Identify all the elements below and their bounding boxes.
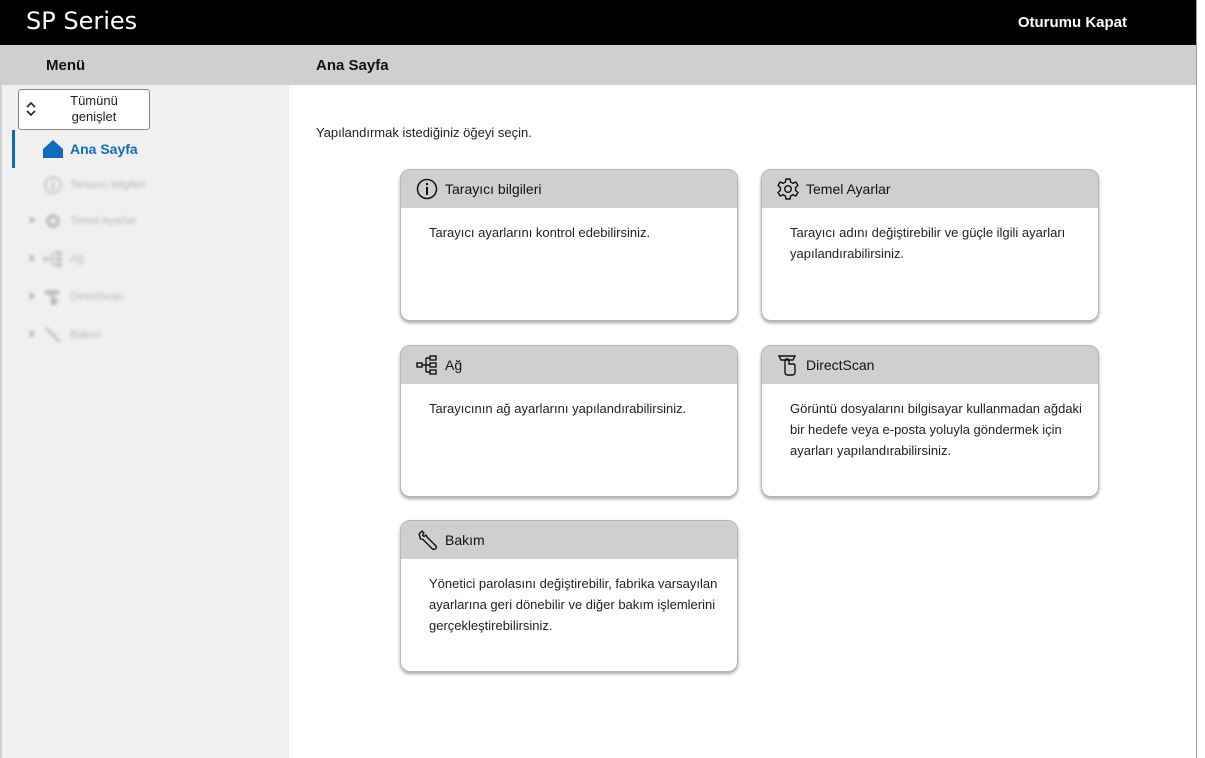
logout-button[interactable]: Oturumu Kapat (1018, 14, 1127, 31)
sidebar-item-scanner-info[interactable]: Tarayıcı bilgileri (40, 170, 240, 200)
expand-all-button[interactable]: Tümünü genişlet (18, 89, 150, 130)
info-icon (44, 176, 62, 194)
page-title: Ana Sayfa (316, 57, 389, 74)
sidebar-item-label: Temel Ayarlar (70, 215, 137, 227)
expand-arrow-icon (30, 216, 35, 224)
card-header[interactable]: Temel Ayarlar (762, 170, 1098, 208)
card-description: Tarayıcının ağ ayarlarını yapılandırabil… (429, 401, 687, 416)
card-title: DirectScan (806, 357, 875, 373)
app-title: SP Series (26, 7, 138, 35)
menu-heading: Menü (46, 57, 86, 74)
info-icon (416, 178, 438, 200)
wrench-icon (418, 530, 438, 551)
card-title: Tarayıcı bilgileri (445, 181, 542, 197)
network-icon (416, 355, 437, 375)
sidebar-item-label: DirectScan (70, 291, 124, 303)
sidebar-item-label: Ağ (70, 253, 84, 265)
card-title: Temel Ayarlar (806, 181, 891, 197)
card-maintenance: Bakım Yönetici parolasını değiştirebilir… (400, 520, 738, 672)
wrench-icon (45, 327, 61, 343)
card-header[interactable]: Ağ (401, 346, 737, 384)
gear-icon (777, 178, 799, 200)
card-description: Görüntü dosyalarını bilgisayar kullanmad… (790, 401, 1082, 458)
expand-arrow-icon (30, 330, 35, 338)
sidebar-item-network[interactable]: Ağ (30, 244, 230, 274)
card-header[interactable]: Bakım (401, 521, 737, 559)
left-edge-divider (0, 85, 2, 758)
right-edge-divider (1196, 0, 1197, 758)
top-bar: SP Series Oturumu Kapat (0, 0, 1197, 45)
directscan-icon (777, 355, 797, 376)
card-description: Tarayıcı adını değiştirebilir ve güçle i… (790, 225, 1066, 261)
home-icon (43, 140, 63, 158)
expand-arrow-icon (30, 292, 35, 300)
card-basic-settings: Temel Ayarlar Tarayıcı adını değiştirebi… (761, 169, 1099, 321)
card-scanner-info: Tarayıcı bilgileri Tarayıcı ayarlarını k… (400, 169, 738, 321)
gear-icon (46, 214, 60, 228)
card-title: Bakım (445, 532, 485, 548)
active-indicator (12, 130, 15, 168)
intro-text: Yapılandırmak istediğiniz öğeyi seçin. (316, 125, 532, 140)
sidebar-item-label: Ana Sayfa (70, 141, 138, 157)
expand-arrow-icon (30, 254, 35, 262)
card-description: Tarayıcı ayarlarını kontrol edebilirsini… (429, 225, 651, 240)
sidebar-item-label: Tarayıcı bilgileri (70, 179, 146, 191)
card-header[interactable]: DirectScan (762, 346, 1098, 384)
sidebar-item-basic-settings[interactable]: Temel Ayarlar (30, 206, 230, 236)
sidebar-item-home[interactable]: Ana Sayfa (12, 130, 288, 168)
card-title: Ağ (445, 357, 463, 373)
card-network: Ağ Tarayıcının ağ ayarlarını yapılandıra… (400, 345, 738, 497)
sub-header: Menü Ana Sayfa (0, 45, 1197, 85)
card-header[interactable]: Tarayıcı bilgileri (401, 170, 737, 208)
card-directscan: DirectScan Görüntü dosyalarını bilgisaya… (761, 345, 1099, 497)
chevron-up-down-icon (26, 101, 36, 117)
expand-all-label: Tümünü genişlet (70, 93, 118, 124)
directscan-icon (45, 290, 59, 305)
sidebar-item-maintenance[interactable]: Bakım (30, 320, 230, 350)
network-icon (43, 251, 62, 267)
sidebar-item-directscan[interactable]: DirectScan (30, 282, 230, 312)
card-description: Yönetici parolasını değiştirebilir, fabr… (429, 576, 718, 633)
sidebar-item-label: Bakım (70, 329, 102, 341)
